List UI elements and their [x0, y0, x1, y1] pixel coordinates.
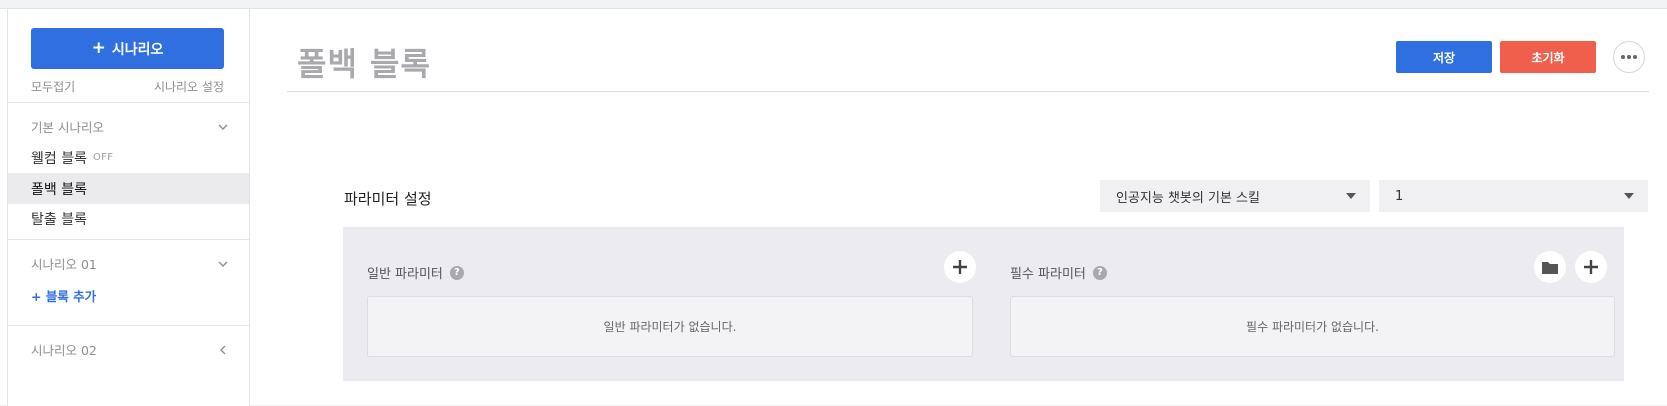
skill-select-value: 인공지능 챗봇의 기본 스킬	[1116, 190, 1260, 206]
help-icon[interactable]: ?	[449, 265, 464, 280]
general-parameter-header: 일반 파라미터 ?	[367, 263, 464, 282]
plus-icon: +	[91, 38, 106, 58]
add-scenario-button[interactable]: + 시나리오	[31, 28, 224, 69]
page-title: 폴백 블록	[297, 45, 431, 83]
scenario-group-title: 시나리오 01	[31, 257, 97, 272]
caret-down-icon	[1346, 193, 1356, 199]
reset-button[interactable]: 초기화	[1500, 41, 1596, 73]
chevron-down-icon	[216, 120, 230, 134]
empty-message: 필수 파라미터가 없습니다.	[1246, 320, 1379, 334]
add-required-parameter-button[interactable]	[1575, 251, 1607, 283]
folder-icon	[1542, 261, 1558, 274]
sidebar: + 시나리오 모두접기 시나리오 설정 기본 시나리오 웰컴 블록 OFF 폴백…	[7, 9, 250, 406]
parameter-panel: 일반 파라미터 ? 일반 파라미터가 없습니다. 필수 파라미터 ? 필수 파라…	[343, 227, 1624, 381]
block-item-welcome[interactable]: 웰컴 블록 OFF	[8, 142, 249, 173]
skill-select[interactable]: 인공지능 챗봇의 기본 스킬	[1100, 180, 1370, 212]
block-item-label: 탈출 블록	[31, 211, 87, 228]
block-item-label: 웰컴 블록	[31, 150, 87, 167]
block-item-exit[interactable]: 탈출 블록	[8, 203, 249, 234]
sidebar-divider	[8, 102, 249, 103]
block-item-fallback[interactable]: 폴백 블록	[8, 173, 249, 204]
add-general-parameter-button[interactable]	[944, 251, 976, 283]
add-scenario-label: 시나리오	[111, 41, 164, 58]
more-options-button[interactable]	[1613, 41, 1645, 73]
chevron-left-icon	[216, 343, 230, 357]
header-divider	[287, 91, 1649, 92]
chevron-down-icon	[216, 257, 230, 271]
save-button[interactable]: 저장	[1396, 41, 1492, 73]
plus-icon	[1584, 260, 1598, 274]
required-parameter-label: 필수 파라미터	[1010, 267, 1086, 282]
scenario-group-title: 기본 시나리오	[31, 120, 104, 135]
sidebar-divider	[8, 325, 249, 326]
help-icon[interactable]: ?	[1092, 265, 1107, 280]
scenario-group-01[interactable]: 시나리오 01	[31, 254, 230, 273]
general-parameter-label: 일반 파라미터	[367, 267, 443, 282]
scenario-settings-link[interactable]: 시나리오 설정	[154, 78, 224, 95]
number-select[interactable]: 1	[1379, 180, 1648, 212]
parameter-settings-title: 파라미터 설정	[344, 190, 432, 208]
scenario-group-title: 시나리오 02	[31, 343, 97, 358]
more-horizontal-icon	[1621, 55, 1637, 59]
number-select-value: 1	[1395, 188, 1404, 204]
general-parameter-empty: 일반 파라미터가 없습니다.	[367, 296, 973, 357]
sidebar-links: 모두접기 시나리오 설정	[31, 78, 224, 95]
sidebar-divider	[8, 239, 249, 240]
empty-message: 일반 파라미터가 없습니다.	[603, 320, 737, 334]
caret-down-icon	[1624, 193, 1634, 199]
required-parameter-empty: 필수 파라미터가 없습니다.	[1010, 296, 1615, 357]
app-frame: + 시나리오 모두접기 시나리오 설정 기본 시나리오 웰컴 블록 OFF 폴백…	[0, 8, 1667, 406]
status-badge: OFF	[92, 152, 114, 163]
collapse-all-link[interactable]: 모두접기	[31, 78, 75, 95]
required-parameter-header: 필수 파라미터 ?	[1010, 263, 1107, 282]
scenario-group-basic[interactable]: 기본 시나리오	[31, 117, 230, 136]
load-parameter-folder-button[interactable]	[1534, 251, 1566, 283]
block-item-label: 폴백 블록	[31, 181, 87, 198]
plus-icon	[953, 260, 967, 274]
add-block-link[interactable]: + 블록 추가	[31, 286, 96, 305]
scenario-group-02[interactable]: 시나리오 02	[31, 340, 230, 359]
